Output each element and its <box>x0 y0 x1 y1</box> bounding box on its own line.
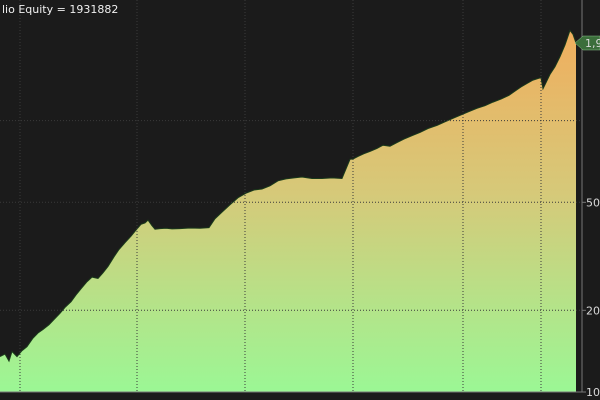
y-tick-label: 20 <box>586 304 600 317</box>
y-tick-label: 50 <box>586 196 600 209</box>
equity-chart: 50 20 10 1,9 lio Equity = 1931882 <box>0 0 600 400</box>
y-tick-label: 10 <box>586 386 600 399</box>
last-value-label: 1,9 <box>585 37 600 50</box>
chart-title: lio Equity = 1931882 <box>2 3 118 16</box>
